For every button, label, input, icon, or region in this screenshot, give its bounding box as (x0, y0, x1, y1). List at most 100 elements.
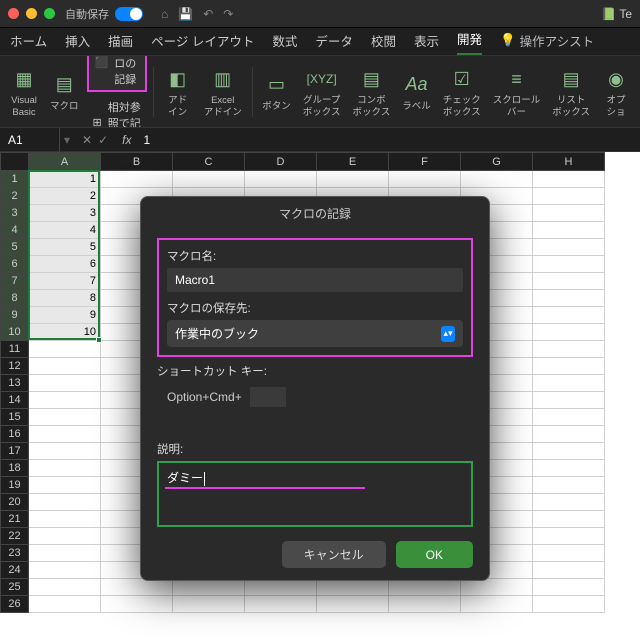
cell-A10[interactable]: 10 (29, 324, 101, 341)
namebox-dropdown-icon[interactable]: ▾ (60, 133, 74, 147)
cell-H10[interactable] (533, 324, 605, 341)
row-header-7[interactable]: 7 (1, 273, 29, 290)
cell-C26[interactable] (173, 596, 245, 613)
col-header-D[interactable]: D (245, 153, 317, 171)
row-header-2[interactable]: 2 (1, 188, 29, 205)
tab-insert[interactable]: 挿入 (65, 31, 90, 55)
cell-H22[interactable] (533, 528, 605, 545)
cell-H13[interactable] (533, 375, 605, 392)
home-icon[interactable]: ⌂ (161, 7, 168, 21)
cell-A16[interactable] (29, 426, 101, 443)
tab-home[interactable]: ホーム (10, 31, 47, 55)
cell-A9[interactable]: 9 (29, 307, 101, 324)
cell-A24[interactable] (29, 562, 101, 579)
row-header-21[interactable]: 21 (1, 511, 29, 528)
row-header-9[interactable]: 9 (1, 307, 29, 324)
col-header-C[interactable]: C (173, 153, 245, 171)
tab-formulas[interactable]: 数式 (272, 31, 297, 55)
visual-basic-button[interactable]: ▦ Visual Basic (6, 65, 42, 118)
selection-handle[interactable] (96, 337, 102, 343)
ctrl-button[interactable]: ▭ボタン (258, 71, 295, 112)
minimize-icon[interactable] (26, 8, 37, 19)
col-header-F[interactable]: F (389, 153, 461, 171)
cell-H8[interactable] (533, 290, 605, 307)
cell-H17[interactable] (533, 443, 605, 460)
cell-H19[interactable] (533, 477, 605, 494)
row-header-15[interactable]: 15 (1, 409, 29, 426)
toggle-switch[interactable] (115, 7, 143, 21)
row-header-25[interactable]: 25 (1, 579, 29, 596)
cell-A13[interactable] (29, 375, 101, 392)
ctrl-listbox[interactable]: ▤リスト ボックス (548, 65, 594, 118)
tab-data[interactable]: データ (315, 31, 353, 55)
ctrl-label[interactable]: Aaラベル (398, 71, 435, 112)
relative-ref-button[interactable]: ⊞ 相対参照で記録 (87, 96, 148, 129)
cell-A15[interactable] (29, 409, 101, 426)
cell-H3[interactable] (533, 205, 605, 222)
cell-H23[interactable] (533, 545, 605, 562)
row-header-4[interactable]: 4 (1, 222, 29, 239)
formula-value[interactable]: 1 (138, 133, 151, 147)
tab-draw[interactable]: 描画 (108, 31, 133, 55)
col-header-B[interactable]: B (101, 153, 173, 171)
cell-H4[interactable] (533, 222, 605, 239)
redo-icon[interactable]: ↷ (223, 7, 233, 21)
cell-H6[interactable] (533, 256, 605, 273)
cell-H24[interactable] (533, 562, 605, 579)
addins-button[interactable]: ◧ アド イン (160, 65, 196, 118)
maximize-icon[interactable] (44, 8, 55, 19)
cell-D26[interactable] (245, 596, 317, 613)
excel-addins-button[interactable]: ▥ Excel アドイン (200, 65, 246, 118)
cell-D1[interactable] (245, 171, 317, 188)
row-header-22[interactable]: 22 (1, 528, 29, 545)
description-input[interactable]: ダミー (157, 461, 473, 527)
row-header-23[interactable]: 23 (1, 545, 29, 562)
col-header-E[interactable]: E (317, 153, 389, 171)
row-header-18[interactable]: 18 (1, 460, 29, 477)
cancel-formula-icon[interactable]: ✕ (82, 133, 92, 147)
ctrl-combobox[interactable]: ▤コンボ ボックス (349, 65, 395, 118)
cell-A19[interactable] (29, 477, 101, 494)
ctrl-groupbox[interactable]: [XYZ]グループ ボックス (299, 65, 345, 118)
cell-A22[interactable] (29, 528, 101, 545)
cell-A5[interactable]: 5 (29, 239, 101, 256)
name-box[interactable]: A1 (0, 128, 60, 151)
cell-A2[interactable]: 2 (29, 188, 101, 205)
cell-H9[interactable] (533, 307, 605, 324)
cell-A8[interactable]: 8 (29, 290, 101, 307)
row-header-13[interactable]: 13 (1, 375, 29, 392)
cell-H21[interactable] (533, 511, 605, 528)
cell-G1[interactable] (461, 171, 533, 188)
cell-A1[interactable]: 1 (29, 171, 101, 188)
cell-H5[interactable] (533, 239, 605, 256)
cell-E25[interactable] (317, 579, 389, 596)
cell-F26[interactable] (389, 596, 461, 613)
row-header-10[interactable]: 10 (1, 324, 29, 341)
cell-H1[interactable] (533, 171, 605, 188)
fx-icon[interactable]: fx (116, 133, 137, 147)
cell-H11[interactable] (533, 341, 605, 358)
cell-D25[interactable] (245, 579, 317, 596)
col-header-H[interactable]: H (533, 153, 605, 171)
row-header-19[interactable]: 19 (1, 477, 29, 494)
row-header-24[interactable]: 24 (1, 562, 29, 579)
macro-store-select[interactable]: 作業中のブック ▴▾ (167, 320, 463, 347)
row-header-17[interactable]: 17 (1, 443, 29, 460)
undo-icon[interactable]: ↶ (203, 7, 213, 21)
cell-C25[interactable] (173, 579, 245, 596)
row-header-6[interactable]: 6 (1, 256, 29, 273)
cell-H12[interactable] (533, 358, 605, 375)
cell-H26[interactable] (533, 596, 605, 613)
row-header-8[interactable]: 8 (1, 290, 29, 307)
row-header-12[interactable]: 12 (1, 358, 29, 375)
cell-E1[interactable] (317, 171, 389, 188)
row-header-26[interactable]: 26 (1, 596, 29, 613)
cell-A18[interactable] (29, 460, 101, 477)
save-icon[interactable]: 💾 (178, 7, 193, 21)
cell-A25[interactable] (29, 579, 101, 596)
cell-A20[interactable] (29, 494, 101, 511)
cell-E26[interactable] (317, 596, 389, 613)
cell-H16[interactable] (533, 426, 605, 443)
tab-view[interactable]: 表示 (414, 31, 439, 55)
cell-A26[interactable] (29, 596, 101, 613)
